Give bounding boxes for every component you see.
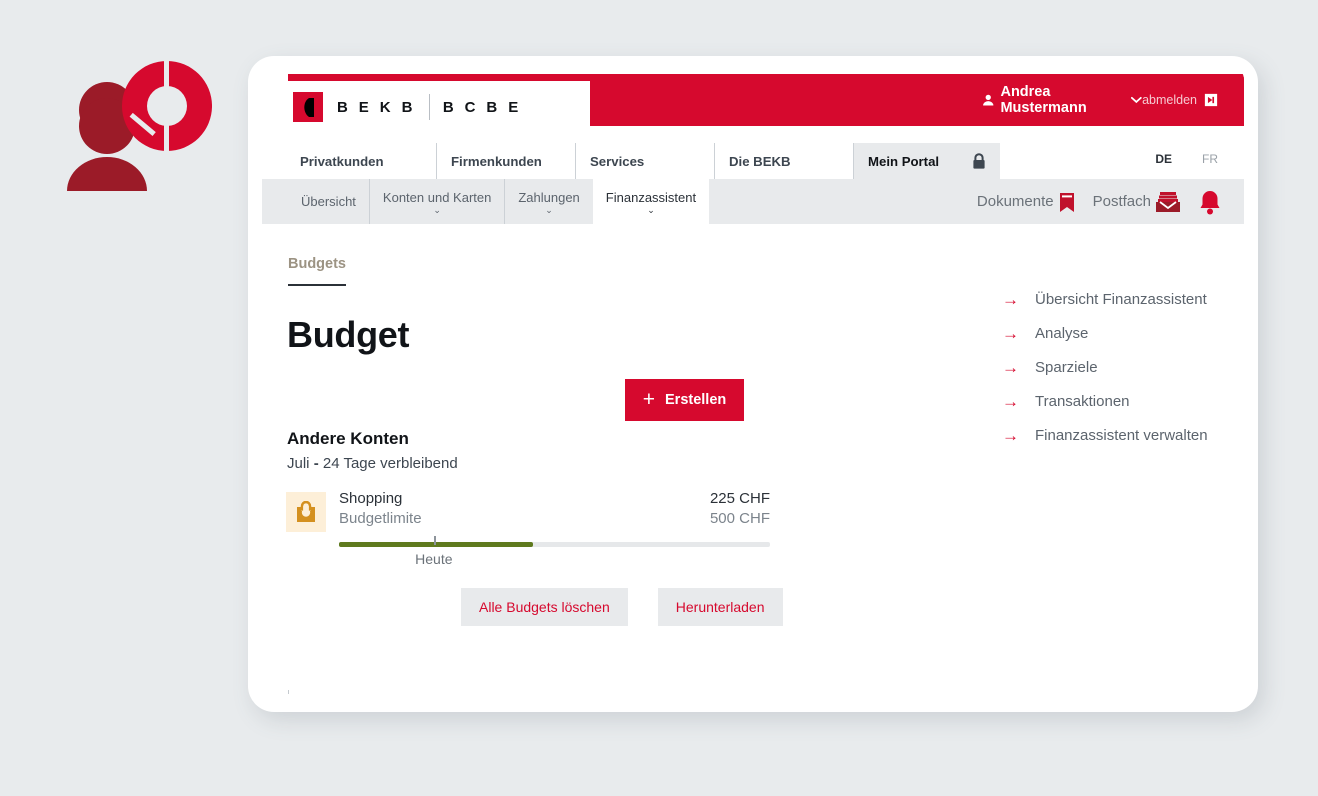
breadcrumb: ❯ Mein Portal ❯ Finanzassistent ❯ Budget… xyxy=(288,690,692,694)
subtab-uebersicht[interactable]: Übersicht xyxy=(288,179,369,224)
user-bar: Andrea Mustermann abmelden xyxy=(590,74,1244,126)
budget-period: Juli - 24 Tage verbleibend xyxy=(287,455,458,472)
breadcrumb-separator: ❯ xyxy=(337,688,354,694)
rail-link-label: Übersicht Finanzassistent xyxy=(1035,290,1207,308)
logout-button[interactable]: abmelden xyxy=(1142,93,1218,107)
period-remaining: 24 Tage verbleibend xyxy=(322,455,458,472)
page-title: Budget xyxy=(287,314,410,355)
budget-labels: Shopping 225 CHF Budgetlimite 500 CHF xyxy=(339,490,770,527)
utility-postfach[interactable]: Postfach xyxy=(1093,191,1180,213)
bank-logo[interactable]: B E K B B C B E xyxy=(293,92,522,122)
logo-word-bcbe: B C B E xyxy=(442,98,522,116)
nav-tab-label: Die BEKB xyxy=(729,153,791,169)
today-marker xyxy=(433,536,436,545)
chevron-down-icon: ⌄ xyxy=(647,205,655,215)
nav-tab-services[interactable]: Services xyxy=(575,143,714,179)
bell-icon xyxy=(1200,190,1220,214)
primary-nav: Privatkunden Firmenkunden Services Die B… xyxy=(288,143,1244,186)
lang-fr[interactable]: FR xyxy=(1202,152,1218,166)
account-group-name: Andere Konten xyxy=(287,429,409,448)
breadcrumb-separator: ❯ xyxy=(456,688,473,694)
chevron-down-icon: ⌄ xyxy=(433,205,441,215)
subtab-label: Finanzassistent xyxy=(605,190,697,205)
logout-label: abmelden xyxy=(1142,93,1197,107)
arrow-right-icon: → xyxy=(1002,357,1019,377)
today-label: Heute xyxy=(415,551,453,567)
nav-tab-label: Firmenkunden xyxy=(451,153,542,169)
rail-link-analyse[interactable]: → Analyse xyxy=(1002,316,1208,350)
language-switch: DE FR xyxy=(1141,143,1244,186)
logo-divider xyxy=(428,94,430,120)
rail-link-label: Analyse xyxy=(1035,324,1089,342)
period-separator: - xyxy=(313,455,319,472)
utility-label: Dokumente xyxy=(976,193,1054,210)
nav-tab-mein-portal[interactable]: Mein Portal xyxy=(853,143,1000,179)
budget-limit-label: Budgetlimite xyxy=(339,510,422,527)
right-rail: → Übersicht Finanzassistent → Analyse → … xyxy=(1002,282,1208,452)
nav-tab-privatkunden[interactable]: Privatkunden xyxy=(288,143,436,179)
budget-spent-amount: 225 CHF xyxy=(709,490,770,507)
delete-all-budgets-button[interactable]: Alle Budgets löschen xyxy=(461,588,628,626)
person-with-donut-chart-icon xyxy=(67,59,212,191)
breadcrumb-separator: ❯ xyxy=(603,688,620,694)
logout-icon xyxy=(1204,93,1218,107)
section-tab-budgets[interactable]: Budgets xyxy=(288,256,346,286)
secondary-nav: Übersicht Konten und Karten ⌄ Zahlungen … xyxy=(262,179,1244,224)
subtab-label: Zahlungen xyxy=(518,190,580,205)
subtab-label: Übersicht xyxy=(301,194,356,209)
budget-progress-track: Heute xyxy=(339,536,770,567)
rail-link-label: Transaktionen xyxy=(1035,392,1130,410)
rail-link-transaktionen[interactable]: → Transaktionen xyxy=(1002,384,1208,418)
arrow-right-icon: → xyxy=(1002,323,1019,343)
bekb-arrow-mark-icon xyxy=(293,92,323,122)
utility-dokumente[interactable]: Dokumente xyxy=(977,192,1075,212)
budget-progress-fill xyxy=(339,542,533,547)
user-icon xyxy=(983,94,994,106)
utility-notifications[interactable] xyxy=(1198,189,1222,215)
nav-tab-die-bekb[interactable]: Die BEKB xyxy=(714,143,853,179)
arrow-right-icon: → xyxy=(1002,425,1019,445)
rail-link-uebersicht-finanzassistent[interactable]: → Übersicht Finanzassistent xyxy=(1002,282,1208,316)
budget-limit-amount: 500 CHF xyxy=(709,510,770,527)
nav-tab-label: Services xyxy=(590,153,645,169)
create-budget-button[interactable]: + Erstellen xyxy=(625,379,744,421)
plus-icon: + xyxy=(642,388,655,411)
download-button[interactable]: Herunterladen xyxy=(657,588,783,626)
subtab-konten-und-karten[interactable]: Konten und Karten ⌄ xyxy=(368,179,504,224)
user-menu[interactable]: Andrea Mustermann xyxy=(982,84,1143,116)
mailbox-icon xyxy=(1156,191,1180,212)
budget-category-label: Shopping xyxy=(339,490,403,507)
rail-link-finanzassistent-verwalten[interactable]: → Finanzassistent verwalten xyxy=(1002,418,1208,452)
page-surface: Andrea Mustermann abmelden B E K B B C B… xyxy=(262,66,1244,694)
budget-actions: Alle Budgets löschen Herunterladen xyxy=(461,588,783,626)
lang-de[interactable]: DE xyxy=(1141,152,1188,186)
logo-word-bekb: B E K B xyxy=(337,98,416,116)
rail-link-label: Finanzassistent verwalten xyxy=(1035,426,1208,444)
chevron-down-icon: ⌄ xyxy=(545,205,553,215)
document-icon xyxy=(1059,192,1074,212)
nav-tab-label: Privatkunden xyxy=(300,153,384,169)
nav-tab-firmenkunden[interactable]: Firmenkunden xyxy=(436,143,575,179)
lock-icon xyxy=(973,152,985,169)
period-month: Juli xyxy=(287,455,310,472)
user-name-label: Andrea Mustermann xyxy=(1000,84,1087,116)
utility-label: Postfach xyxy=(1092,193,1151,210)
subtab-finanzassistent[interactable]: Finanzassistent ⌄ xyxy=(592,179,710,224)
subtab-zahlungen[interactable]: Zahlungen ⌄ xyxy=(504,179,592,224)
nav-tab-label: Mein Portal xyxy=(868,153,940,169)
rail-link-label: Sparziele xyxy=(1035,358,1098,376)
arrow-right-icon: → xyxy=(1002,289,1019,309)
arrow-right-icon: → xyxy=(1002,391,1019,411)
shopping-bag-icon xyxy=(286,492,326,532)
subtab-label: Konten und Karten xyxy=(382,190,492,205)
rail-link-sparziele[interactable]: → Sparziele xyxy=(1002,350,1208,384)
create-button-label: Erstellen xyxy=(665,392,727,408)
chevron-down-icon xyxy=(1131,96,1143,104)
